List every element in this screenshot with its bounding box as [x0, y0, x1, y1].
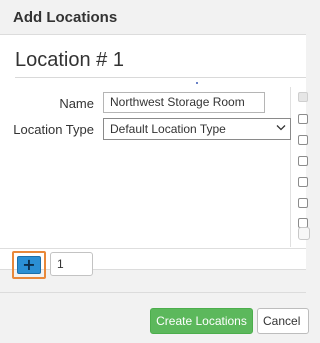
location-panel: Location # 1 Name Northwest Storage Room…: [0, 35, 306, 270]
option-button-edge[interactable]: [298, 227, 310, 240]
indicator-dot: [196, 82, 198, 84]
option-checkbox-1[interactable]: [298, 92, 308, 102]
option-checkbox-5[interactable]: [298, 177, 308, 187]
location-heading: Location # 1: [15, 49, 124, 71]
footer-divider: [0, 292, 306, 293]
column-divider: [290, 87, 291, 247]
plus-icon: +: [22, 255, 36, 274]
add-location-button[interactable]: +: [17, 256, 41, 274]
location-type-value: Default Location Type: [110, 122, 226, 136]
name-input[interactable]: Northwest Storage Room: [103, 92, 265, 113]
heading-divider: [15, 77, 306, 78]
add-location-highlight: +: [12, 251, 46, 279]
add-row-divider: [0, 248, 306, 249]
cancel-button[interactable]: Cancel: [257, 308, 309, 334]
name-label: Name: [59, 96, 94, 111]
dialog-header: Add Locations: [0, 0, 306, 35]
dialog-title: Add Locations: [13, 9, 118, 26]
chevron-down-icon: [276, 125, 286, 131]
location-type-label: Location Type: [13, 122, 94, 137]
option-checkbox-3[interactable]: [298, 135, 308, 145]
option-checkbox-6[interactable]: [298, 198, 308, 208]
create-locations-button[interactable]: Create Locations: [150, 308, 253, 334]
location-type-select[interactable]: Default Location Type: [103, 118, 291, 140]
option-checkbox-4[interactable]: [298, 156, 308, 166]
location-count-input[interactable]: 1: [50, 252, 93, 276]
option-checkbox-2[interactable]: [298, 114, 308, 124]
